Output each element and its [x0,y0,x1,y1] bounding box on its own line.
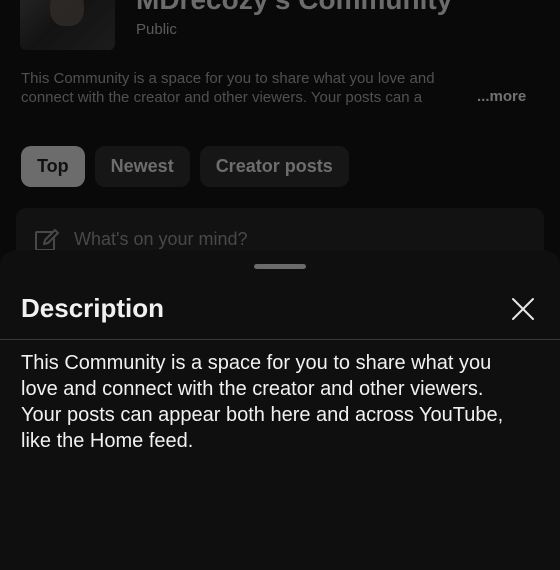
sheet-divider [0,339,560,340]
description-line: like the Home feed. [21,430,194,452]
description-line: This Community is a space for you to sha… [21,352,492,374]
close-icon[interactable] [508,294,538,324]
description-text: This Community is a space for you to sha… [21,350,541,454]
description-sheet: Description This Community is a space fo… [0,250,560,570]
description-line: Your posts can appear both here and acro… [21,404,504,426]
drag-handle[interactable] [254,264,306,269]
sheet-title: Description [21,293,165,323]
description-line: love and connect with the creator and ot… [21,378,484,400]
